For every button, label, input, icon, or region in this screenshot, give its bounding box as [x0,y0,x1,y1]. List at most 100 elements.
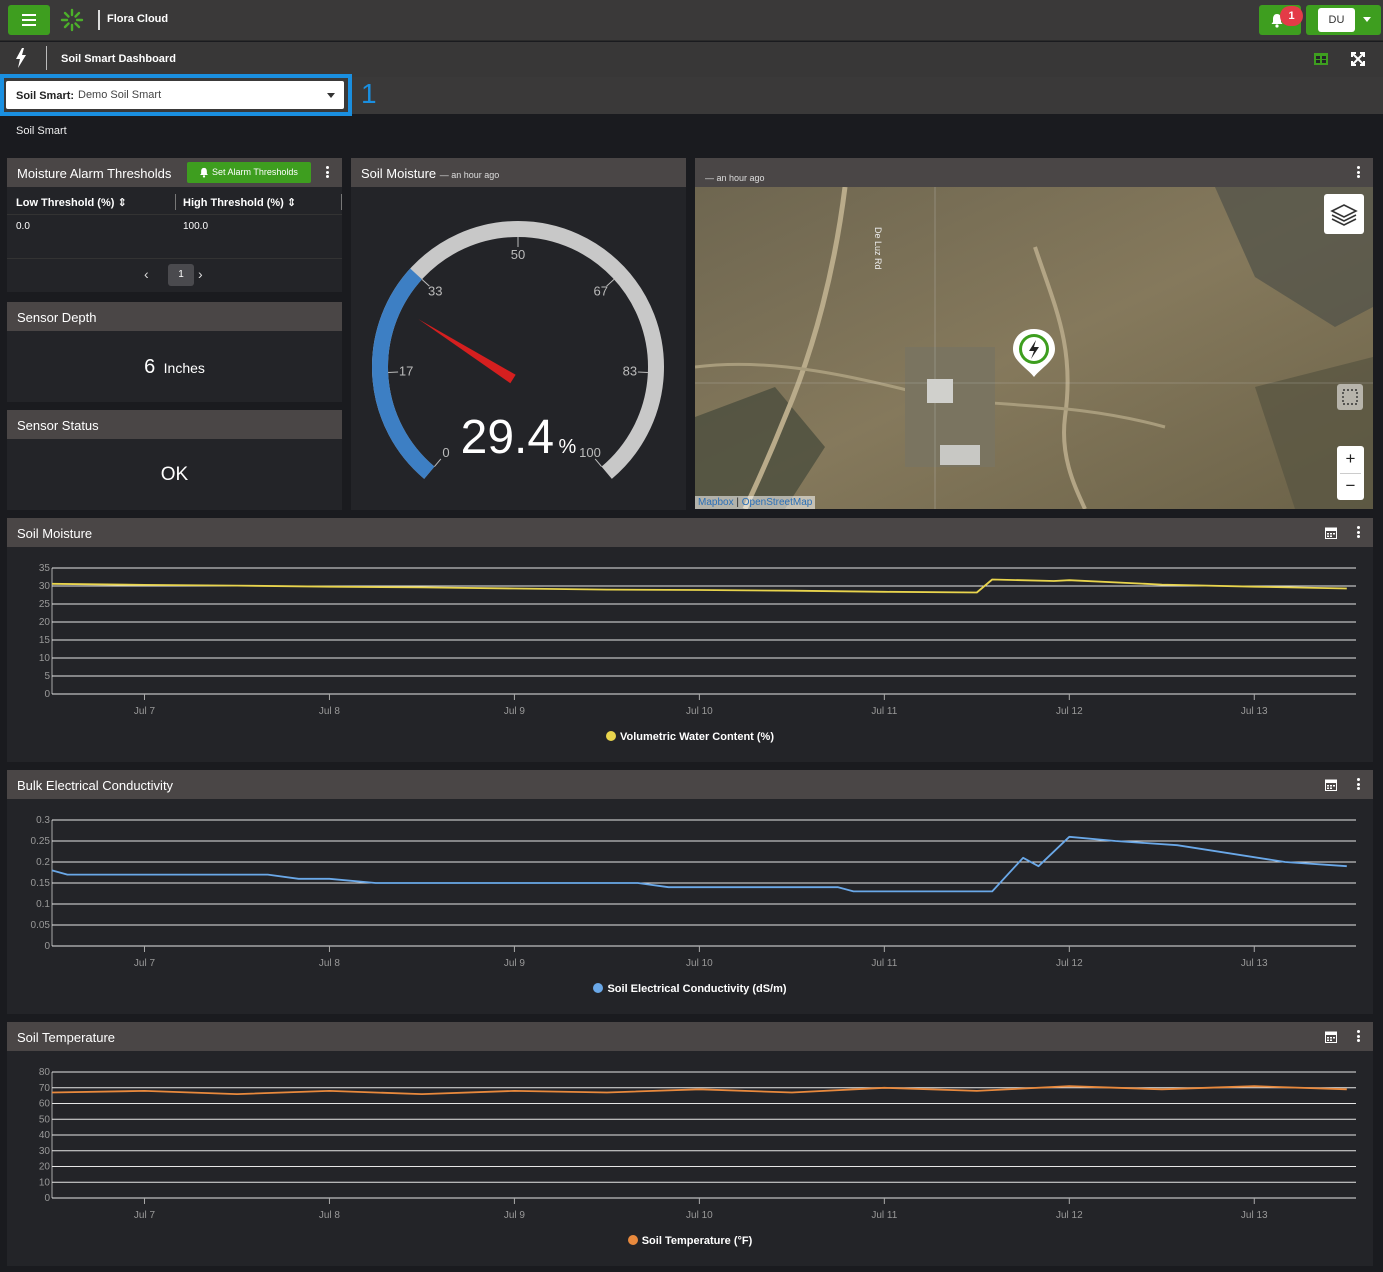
x-tick-label: Jul 11 [871,1210,897,1221]
y-tick-label: 0 [44,1193,50,1204]
fullscreen-icon[interactable] [1350,51,1366,67]
callout-number: 1 [361,78,377,109]
more-options-icon[interactable] [1357,778,1361,790]
y-tick-label: 25 [39,599,51,610]
openstreetmap-link[interactable]: OpenStreetMap [742,497,813,508]
dashboard-divider [46,46,47,70]
x-tick-label: Jul 13 [1241,706,1268,717]
x-tick-label: Jul 13 [1241,1210,1268,1221]
column-header-high-label: High Threshold (%) [183,197,284,209]
panel-title: — an hour ago [705,169,765,184]
x-tick-label: Jul 11 [871,958,897,969]
box-select-button[interactable] [1337,384,1363,410]
dashboard-title: Soil Smart Dashboard [61,53,176,65]
hamburger-menu-button[interactable] [8,5,50,35]
y-tick-label: 10 [39,1177,51,1188]
y-tick-label: 15 [39,635,51,646]
calendar-icon[interactable] [1325,778,1337,791]
gauge-tick-label: 50 [511,247,525,262]
chart-legend[interactable]: Soil Temperature (°F) [7,1235,1373,1247]
x-tick-label: Jul 7 [134,1210,156,1221]
depth-unit: Inches [163,360,205,376]
legend-label: Soil Temperature (°F) [641,1235,753,1247]
user-avatar[interactable]: DU [1318,8,1355,32]
more-options-icon[interactable] [326,166,330,178]
sensor-depth-value: 6 Inches [7,356,342,379]
layers-button[interactable] [1324,194,1364,234]
more-options-icon[interactable] [1357,166,1361,178]
more-options-icon[interactable] [1357,526,1361,538]
y-tick-label: 0 [44,689,50,700]
layers-icon [1330,204,1358,226]
more-options-icon[interactable] [1357,1030,1361,1042]
breadcrumb[interactable]: Soil Smart [16,125,67,137]
sort-icon[interactable]: ⇕ [117,197,126,209]
sort-icon[interactable]: ⇕ [287,197,296,209]
soil-temperature-chart: 0 10 20 30 40 50 60 70 80 Jul 7 Jul 8 Jul 9 Jul 10 Ju… [39,1067,1356,1221]
y-tick-label: 0.15 [31,878,51,889]
gauge-subtitle: — an hour ago [439,170,500,180]
x-tick-label: Jul 9 [504,706,526,717]
gauge-readout: 29.4 % [351,410,686,465]
zoom-out-button[interactable]: − [1337,473,1364,500]
previous-page-icon[interactable]: ‹ [144,266,149,282]
x-tick-label: Jul 9 [504,958,526,969]
panel-header: Bulk Electrical Conductivity [7,770,1373,799]
panel-header: Sensor Depth [7,302,342,331]
dashboard-bar [0,42,1383,77]
table-cell: 100.0 [183,221,209,232]
panel-title: Moisture Alarm Thresholds [17,166,172,181]
y-tick-label: 35 [39,563,51,574]
panel-title: Sensor Status [17,418,99,433]
chart-legend[interactable]: Soil Electrical Conductivity (dS/m) [7,983,1373,995]
y-tick-label: 0.1 [36,899,50,910]
column-header-high[interactable]: High Threshold (%) ⇕ [183,196,296,209]
y-tick-label: 0 [44,941,50,952]
y-tick-label: 5 [44,671,50,682]
zoom-in-button[interactable]: + [1337,446,1364,473]
y-tick-label: 0.3 [36,815,50,826]
chart-legend[interactable]: Volumetric Water Content (%) [7,731,1373,743]
select-label: Soil Smart: [16,90,75,102]
zoom-controls: + − [1337,446,1364,500]
y-tick-label: 50 [39,1114,51,1125]
satellite-map[interactable]: De Luz Rd + − Mapbox | OpenStreetMap [695,187,1373,509]
sensor-status-value: OK [160,464,189,485]
gauge-needle [418,319,516,384]
x-tick-label: Jul 12 [1056,1210,1083,1221]
gauge-unit: % [558,436,577,458]
next-page-icon[interactable]: › [198,266,203,282]
bell-icon [200,167,208,178]
header-separator [7,214,342,215]
soil-moisture-gauge-panel: Soil Moisture — an hour ago 0 17 33 50 67 83 1… [351,158,686,510]
gauge-tick-label: 83 [623,364,637,379]
sensor-depth-panel: Sensor Depth 6 Inches [7,302,342,402]
column-header-low[interactable]: Low Threshold (%) ⇕ [16,196,127,209]
page-number[interactable]: 1 [168,264,194,286]
x-tick-label: Jul 10 [686,1210,713,1221]
depth-number: 6 [144,356,156,378]
flora-logo-icon [60,8,84,32]
table-cell: 0.0 [16,221,30,232]
x-tick-label: Jul 12 [1056,706,1083,717]
y-tick-label: 60 [39,1099,51,1110]
soil-smart-select[interactable]: Soil Smart: Demo Soil Smart [6,81,344,109]
caret-down-icon[interactable] [327,93,335,98]
chevron-down-icon[interactable] [1363,17,1371,22]
panel-title: Sensor Depth [17,310,97,325]
calendar-icon[interactable] [1325,526,1337,539]
set-alarm-thresholds-button[interactable]: Set Alarm Thresholds [187,162,311,183]
select-value: Demo Soil Smart [78,89,162,101]
mapbox-link[interactable]: Mapbox [698,497,734,508]
dashboard-layout-icon[interactable] [1313,51,1329,67]
calendar-icon[interactable] [1325,1030,1337,1043]
x-tick-label: Jul 8 [319,1210,341,1221]
panel-header: Soil Moisture — an hour ago [351,158,686,187]
gauge-value: 29.4 [460,411,555,464]
map-panel: — an hour ago De Luz Rd + − Mapbox | Ope… [695,158,1373,509]
x-tick-label: Jul 10 [686,706,713,717]
panel-title: Soil Moisture — an hour ago [361,166,499,181]
conductivity-chart: 0 0.05 0.1 0.15 0.2 0.25 0.3 Jul 7 Jul 8 Jul 9 Jul… [31,815,1356,969]
y-tick-label: 20 [39,617,51,628]
dashed-square-icon [1342,389,1358,405]
